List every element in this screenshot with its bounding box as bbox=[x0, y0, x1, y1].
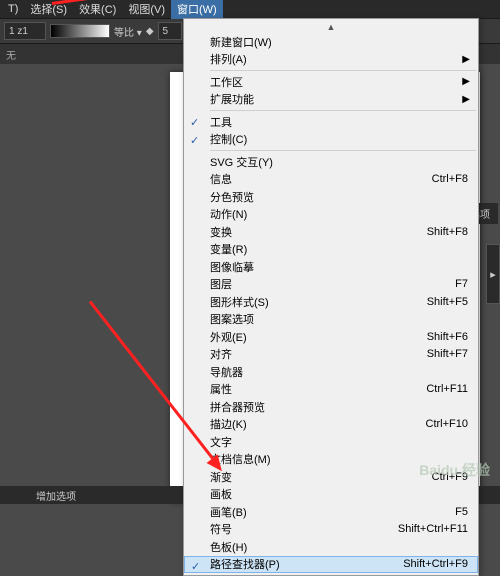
watermark: Baidu 经验 bbox=[419, 460, 490, 480]
menu-item[interactable]: 对齐 Shift+F7 bbox=[184, 346, 478, 364]
menu-item-label: 色板(H) bbox=[210, 539, 468, 555]
menu-item-label: 扩展功能 bbox=[210, 91, 468, 107]
menu-item-label: SVG 交互(Y) bbox=[210, 154, 468, 170]
menu-item[interactable]: 图案选项 bbox=[184, 311, 478, 329]
menu-item[interactable]: 图层 F7 bbox=[184, 276, 478, 294]
menu-item[interactable]: ✓ 控制(C) bbox=[184, 131, 478, 149]
menu-scroll-up[interactable]: ▲ bbox=[186, 21, 476, 33]
menu-item-label: 动作(N) bbox=[210, 206, 468, 222]
gradient-preview[interactable] bbox=[50, 24, 110, 38]
menu-separator bbox=[210, 70, 476, 71]
menu-item-label: 变换 bbox=[210, 224, 407, 240]
menu-item[interactable]: 新建窗口(W) bbox=[184, 33, 478, 51]
menu-item-label: 排列(A) bbox=[210, 51, 468, 67]
menu-item[interactable]: 图形样式(S) Shift+F5 bbox=[184, 293, 478, 311]
submenu-arrow-icon: ▶ bbox=[462, 94, 470, 105]
menu-item[interactable]: 拼合器预览 bbox=[184, 398, 478, 416]
menu-item[interactable]: ✓ 工具 bbox=[184, 113, 478, 131]
menu-item[interactable]: 变量(R) bbox=[184, 241, 478, 259]
menu-item[interactable]: 排列(A)▶ bbox=[184, 51, 478, 69]
menu-item-label: 画板 bbox=[210, 486, 468, 502]
menu-item[interactable]: 分色预览 bbox=[184, 188, 478, 206]
check-icon: ✓ bbox=[190, 116, 199, 129]
submenu-arrow-icon: ▶ bbox=[462, 76, 470, 87]
menu-shortcut: Ctrl+F11 bbox=[426, 383, 468, 395]
menu-shortcut: F7 bbox=[455, 278, 468, 290]
menu-item-label: 图形样式(S) bbox=[210, 294, 407, 310]
menu-item-label: 属性 bbox=[210, 381, 406, 397]
menu-item-label: 描边(K) bbox=[210, 416, 406, 432]
menu-shortcut: Shift+F5 bbox=[427, 296, 468, 308]
menu-item[interactable]: 导航器 bbox=[184, 363, 478, 381]
menu-shortcut: Ctrl+F10 bbox=[426, 418, 469, 430]
menu-separator bbox=[210, 110, 476, 111]
menu-item[interactable]: 外观(E) Shift+F6 bbox=[184, 328, 478, 346]
menu-item[interactable]: 变换 Shift+F8 bbox=[184, 223, 478, 241]
menu-item-label: 符号 bbox=[210, 521, 378, 537]
menu-item[interactable]: 图像临摹 bbox=[184, 258, 478, 276]
menu-item-label: 外观(E) bbox=[210, 329, 407, 345]
menu-item[interactable]: 动作(N) bbox=[184, 206, 478, 224]
menu-item-label: 控制(C) bbox=[210, 131, 468, 147]
menu-item[interactable]: 画板 bbox=[184, 486, 478, 504]
menu-item-label: 分色预览 bbox=[210, 189, 468, 205]
menu-item-label: 对齐 bbox=[210, 346, 407, 362]
menu-item[interactable]: 信息 Ctrl+F8 bbox=[184, 171, 478, 189]
menu-item[interactable]: 色板(H) bbox=[184, 538, 478, 556]
menu-item-label: 图像临摹 bbox=[210, 259, 468, 275]
menu-item[interactable]: 文字 bbox=[184, 433, 478, 451]
menu-shortcut: Shift+F6 bbox=[427, 331, 468, 343]
menubar: T) 选择(S) 效果(C) 视图(V) 窗口(W) bbox=[0, 0, 500, 18]
menu-item-label: 图案选项 bbox=[210, 311, 468, 327]
menu-item-label: 新建窗口(W) bbox=[210, 34, 468, 50]
menu-item-label: 文字 bbox=[210, 434, 468, 450]
menu-item-label: 拼合器预览 bbox=[210, 399, 468, 415]
menu-shortcut: Shift+Ctrl+F11 bbox=[398, 523, 468, 535]
menu-item-effect[interactable]: 效果(C) bbox=[73, 0, 122, 19]
menu-shortcut: Shift+Ctrl+F9 bbox=[403, 558, 468, 570]
menu-item[interactable]: 属性 Ctrl+F11 bbox=[184, 381, 478, 399]
menu-item[interactable]: SVG 交互(Y) bbox=[184, 153, 478, 171]
anchor-icon: ◆ bbox=[146, 26, 154, 37]
footer-label[interactable]: 增加选项 bbox=[36, 488, 76, 503]
menu-item[interactable]: 符号 Shift+Ctrl+F11 bbox=[184, 521, 478, 539]
menu-item-label: 导航器 bbox=[210, 364, 468, 380]
menu-item-label: 渐变 bbox=[210, 469, 412, 485]
constrain-dropdown[interactable]: 等比 ▾ bbox=[114, 24, 142, 39]
menu-item-label: 工具 bbox=[210, 114, 468, 130]
panel-dock[interactable]: ▸ bbox=[486, 244, 500, 304]
check-icon: ✓ bbox=[191, 560, 200, 573]
menu-item-label: 画笔(B) bbox=[210, 504, 435, 520]
menu-shortcut: F5 bbox=[455, 506, 468, 518]
menu-item-t[interactable]: T) bbox=[2, 1, 24, 17]
zoom-input[interactable] bbox=[4, 22, 46, 40]
menu-shortcut: Shift+F8 bbox=[427, 226, 468, 238]
check-icon: ✓ bbox=[190, 134, 199, 147]
menu-item[interactable]: 描边(K) Ctrl+F10 bbox=[184, 416, 478, 434]
menu-item[interactable]: ✓ 路径查找器(P) Shift+Ctrl+F9 bbox=[184, 556, 478, 574]
menu-item-view[interactable]: 视图(V) bbox=[122, 0, 171, 19]
doc-tab[interactable]: 无 bbox=[6, 47, 16, 62]
menu-item-label: 信息 bbox=[210, 171, 412, 187]
menu-shortcut: Shift+F7 bbox=[427, 348, 468, 360]
points-input[interactable] bbox=[158, 22, 182, 40]
menu-item[interactable]: 画笔(B) F5 bbox=[184, 503, 478, 521]
menu-item[interactable]: 工作区▶ bbox=[184, 73, 478, 91]
menu-item-label: 图层 bbox=[210, 276, 435, 292]
menu-shortcut: Ctrl+F8 bbox=[432, 173, 468, 185]
menu-item-label: 路径查找器(P) bbox=[210, 556, 383, 572]
panel-handle-icon: ▸ bbox=[490, 268, 496, 281]
menu-item-label: 工作区 bbox=[210, 74, 468, 90]
menu-item-label: 变量(R) bbox=[210, 241, 468, 257]
menu-separator bbox=[210, 150, 476, 151]
submenu-arrow-icon: ▶ bbox=[462, 54, 470, 65]
window-menu-dropdown: ▲ 新建窗口(W)排列(A)▶工作区▶扩展功能▶✓工具✓控制(C)SVG 交互(… bbox=[183, 18, 479, 576]
menu-item[interactable]: 扩展功能▶ bbox=[184, 91, 478, 109]
menu-item-window[interactable]: 窗口(W) bbox=[171, 0, 223, 19]
